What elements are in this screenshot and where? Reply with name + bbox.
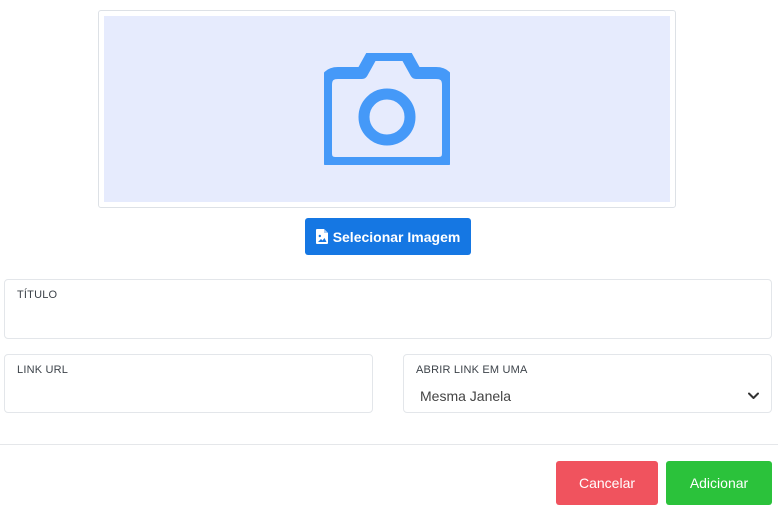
link-target-label: ABRIR LINK EM UMA xyxy=(416,364,528,376)
add-button[interactable]: Adicionar xyxy=(666,461,772,505)
link-target-select[interactable]: Mesma Janela xyxy=(420,385,759,407)
camera-icon xyxy=(324,53,450,165)
link-url-field[interactable]: LINK URL xyxy=(4,354,373,413)
image-frame xyxy=(98,10,676,208)
chevron-down-icon xyxy=(748,392,759,399)
file-image-icon xyxy=(315,229,328,244)
cancel-button[interactable]: Cancelar xyxy=(556,461,658,505)
link-url-input[interactable] xyxy=(17,384,360,406)
title-field[interactable]: TÍTULO xyxy=(4,279,772,339)
add-link-dialog: Selecionar Imagem TÍTULO LINK URL ABRIR … xyxy=(0,0,778,509)
link-target-field[interactable]: ABRIR LINK EM UMA Mesma Janela xyxy=(403,354,772,413)
footer-divider xyxy=(0,444,778,445)
title-label: TÍTULO xyxy=(17,289,58,301)
select-image-button[interactable]: Selecionar Imagem xyxy=(305,218,471,255)
image-preview[interactable] xyxy=(104,16,670,202)
link-target-value: Mesma Janela xyxy=(420,388,512,404)
title-input[interactable] xyxy=(17,310,759,332)
select-image-label: Selecionar Imagem xyxy=(332,228,461,245)
link-url-label: LINK URL xyxy=(17,364,69,376)
